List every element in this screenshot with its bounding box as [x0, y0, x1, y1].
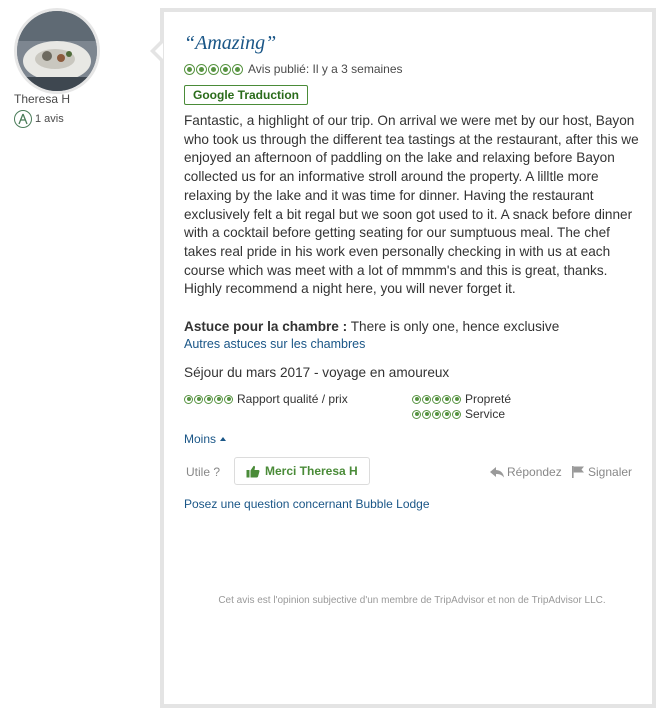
rating-line: Avis publié: Il y a 3 semaines — [184, 62, 403, 76]
rating-bubble-icon — [432, 409, 441, 419]
user-review-count: 1 avis — [14, 110, 64, 128]
sub-rating-value: Rapport qualité / prix — [184, 392, 348, 406]
rating-bubble-icon — [412, 409, 421, 419]
avatar[interactable] — [14, 8, 100, 94]
disclaimer: Cet avis est l'opinion subjective d'un m… — [218, 595, 606, 606]
review-title[interactable]: “Amazing” — [184, 32, 276, 55]
review-text: Fantastic, a highlight of our trip. On a… — [184, 113, 639, 297]
review-card: “Amazing” Avis publié: Il y a 3 semaines… — [160, 8, 656, 708]
sub-rating-label: Service — [465, 407, 506, 421]
rating-bubble-icon — [452, 394, 461, 404]
username[interactable]: Theresa H — [14, 92, 70, 106]
rating-bubble-icon — [442, 409, 451, 419]
rating-bubble-icon — [422, 394, 431, 404]
rating-bubbles — [184, 394, 233, 404]
rating-bubble-icon — [232, 63, 243, 75]
thanks-button[interactable]: Merci Theresa H — [234, 457, 370, 485]
reply-button[interactable]: Répondez — [490, 465, 562, 479]
rating-bubble-icon — [452, 409, 461, 419]
report-label: Signaler — [588, 465, 633, 479]
rating-bubble-icon — [422, 409, 431, 419]
sub-rating-cleanliness: Propreté — [412, 392, 511, 406]
user-avatar-photo — [17, 11, 97, 91]
reply-label: Répondez — [507, 465, 562, 479]
report-button[interactable]: Signaler — [572, 465, 632, 479]
sub-rating-label: Propreté — [465, 392, 512, 406]
rating-bubbles — [412, 394, 461, 404]
ask-question-link[interactable]: Posez une question concernant Bubble Lod… — [184, 497, 430, 511]
flag-icon — [572, 466, 584, 478]
reply-arrow-icon — [490, 466, 504, 477]
other-room-tips-link[interactable]: Autres astuces sur les chambres — [184, 337, 365, 351]
rating-bubble-icon — [432, 394, 441, 404]
less-toggle[interactable]: Moins — [184, 432, 227, 446]
rating-bubble-icon — [224, 394, 233, 404]
sub-rating-service: Service — [412, 407, 505, 421]
rating-bubble-icon — [184, 394, 193, 404]
reviewer-badge-icon — [14, 110, 32, 128]
rating-bubble-icon — [412, 394, 421, 404]
room-tip-text: There is only one, hence exclusive — [347, 319, 560, 334]
card-pointer-inner — [155, 43, 163, 59]
stay-info: Séjour du mars 2017 - voyage en amoureux — [184, 365, 450, 380]
rating-bubble-icon — [208, 63, 219, 75]
useful-label: Utile ? — [186, 465, 221, 479]
rating-bubble-icon — [194, 394, 203, 404]
rating-bubble-icon — [220, 63, 231, 75]
rating-bubbles — [412, 409, 461, 419]
thanks-label: Merci Theresa H — [265, 464, 358, 478]
less-label: Moins — [184, 432, 217, 446]
rating-bubble-icon — [442, 394, 451, 404]
review-count-label: 1 avis — [35, 113, 64, 125]
room-tip: Astuce pour la chambre : There is only o… — [184, 319, 644, 334]
thumbs-up-icon — [246, 465, 260, 477]
rating-bubbles — [184, 63, 243, 75]
google-translate-button[interactable]: Google Traduction — [184, 85, 309, 105]
sub-rating-label: Rapport qualité / prix — [237, 392, 348, 406]
caret-up-icon — [220, 437, 227, 441]
rating-bubble-icon — [204, 394, 213, 404]
rating-bubble-icon — [196, 63, 207, 75]
published-date: Avis publié: Il y a 3 semaines — [248, 62, 403, 76]
rating-bubble-icon — [214, 394, 223, 404]
room-tip-label: Astuce pour la chambre : — [184, 319, 348, 334]
rating-bubble-icon — [184, 63, 195, 75]
